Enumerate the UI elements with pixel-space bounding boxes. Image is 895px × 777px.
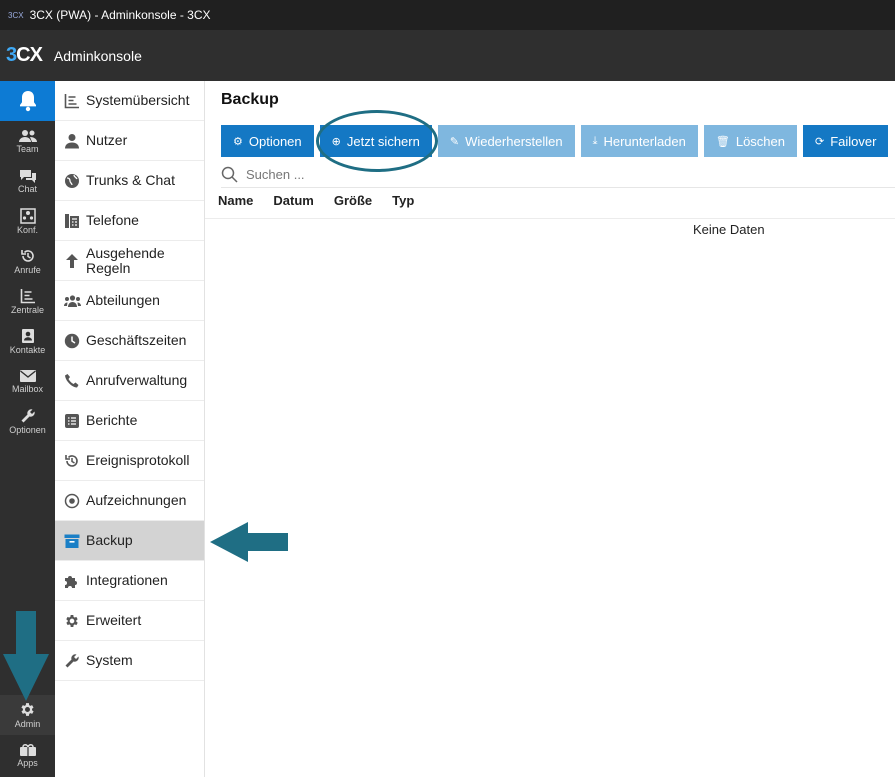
- bell-icon: [19, 91, 36, 112]
- window-titlebar: 3CX 3CX (PWA) - Adminkonsole - 3CX: [0, 0, 895, 30]
- nav-item-integrations[interactable]: Integrationen: [55, 561, 204, 601]
- app-header: 3CX Adminkonsole: [0, 30, 895, 81]
- column-size[interactable]: Größe: [334, 193, 372, 208]
- conference-icon: [19, 207, 36, 224]
- team-icon: [18, 129, 37, 142]
- search-icon: [221, 166, 238, 183]
- desk-phone-icon: [63, 212, 81, 230]
- gear-icon: [21, 703, 34, 716]
- rail-item-options[interactable]: Optionen: [0, 401, 55, 441]
- app-icon: 3CX: [8, 10, 24, 20]
- options-button[interactable]: ⚙ Optionen: [221, 125, 314, 157]
- globe-icon: [63, 172, 81, 190]
- wrench-icon: [21, 408, 35, 422]
- phone-icon: [63, 372, 81, 390]
- wrench-icon: [63, 652, 81, 670]
- nav-item-phones[interactable]: Telefone: [55, 201, 204, 241]
- history-icon: [20, 249, 34, 262]
- download-icon: ⤓: [592, 134, 598, 147]
- restore-button[interactable]: ✎ Wiederherstellen: [437, 125, 575, 157]
- archive-icon: [63, 532, 81, 550]
- highlight-circle: [316, 110, 438, 172]
- nav-item-departments[interactable]: Abteilungen: [55, 281, 204, 321]
- arrow-up-icon: [63, 252, 81, 270]
- nav-item-trunks-chat[interactable]: Trunks & Chat: [55, 161, 204, 201]
- column-type[interactable]: Typ: [392, 193, 414, 208]
- notifications-button[interactable]: [0, 81, 55, 121]
- contacts-icon: [21, 328, 34, 343]
- puzzle-icon: [63, 572, 81, 590]
- arrow-left-annotation: [210, 522, 288, 562]
- rail-item-team[interactable]: Team: [0, 121, 55, 161]
- clock-icon: [63, 332, 81, 350]
- group-icon: [63, 292, 81, 310]
- page-title: Backup: [221, 91, 279, 108]
- record-icon: [63, 492, 81, 510]
- gear-icon: ⚙: [233, 135, 243, 148]
- mail-icon: [19, 369, 36, 382]
- pencil-icon: ✎: [449, 135, 460, 148]
- empty-state: Keine Daten: [693, 222, 765, 237]
- search-input[interactable]: Suchen ...: [246, 167, 305, 182]
- table-divider: [205, 218, 895, 219]
- nav-item-system[interactable]: System: [55, 641, 204, 681]
- nav-item-advanced[interactable]: Erweitert: [55, 601, 204, 641]
- admin-nav: Systemübersicht Nutzer Trunks & Chat Tel…: [55, 81, 205, 777]
- nav-item-reports[interactable]: Berichte: [55, 401, 204, 441]
- history-icon: [63, 452, 81, 470]
- list-icon: [63, 412, 81, 430]
- nav-item-event-log[interactable]: Ereignisprotokoll: [55, 441, 204, 481]
- rail-item-chat[interactable]: Chat: [0, 161, 55, 201]
- rail-item-conference[interactable]: Konf.: [0, 201, 55, 241]
- nav-item-users[interactable]: Nutzer: [55, 121, 204, 161]
- trash-icon: 🗑: [715, 135, 730, 148]
- search-bar[interactable]: Suchen ...: [221, 162, 895, 188]
- rail-item-apps[interactable]: Apps: [0, 735, 55, 775]
- nav-item-outbound-rules[interactable]: Ausgehende Regeln: [55, 241, 204, 281]
- user-icon: [63, 132, 81, 150]
- app-title: Adminkonsole: [53, 47, 142, 64]
- rail-item-central[interactable]: Zentrale: [0, 281, 55, 321]
- column-name[interactable]: Name: [218, 193, 253, 208]
- arrow-down-annotation: [3, 611, 49, 701]
- delete-button[interactable]: 🗑 Löschen: [703, 125, 797, 157]
- chart-icon: [63, 92, 81, 110]
- nav-item-office-hours[interactable]: Geschäftszeiten: [55, 321, 204, 361]
- nav-item-call-handling[interactable]: Anrufverwaltung: [55, 361, 204, 401]
- chat-icon: [19, 169, 36, 183]
- sync-icon: ⟳: [815, 135, 825, 148]
- nav-item-recordings[interactable]: Aufzeichnungen: [55, 481, 204, 521]
- column-date[interactable]: Datum: [273, 193, 313, 208]
- rail-item-mailbox[interactable]: Mailbox: [0, 361, 55, 401]
- window-title: 3CX (PWA) - Adminkonsole - 3CX: [29, 8, 211, 22]
- main-content: Backup ⚙ Optionen ⊕ Jetzt sichern ✎ Wied…: [205, 81, 895, 777]
- download-button[interactable]: ⤓ Herunterladen: [580, 125, 698, 157]
- gear-icon: [63, 612, 81, 630]
- rail-item-contacts[interactable]: Kontakte: [0, 321, 55, 361]
- failover-button[interactable]: ⟳ Failover: [803, 125, 889, 157]
- nav-item-backup[interactable]: Backup: [55, 521, 204, 561]
- nav-item-system-overview[interactable]: Systemübersicht: [55, 81, 204, 121]
- table-header: Name Datum Größe Typ: [218, 193, 434, 208]
- logo: 3CX: [6, 44, 43, 66]
- rail-item-calls[interactable]: Anrufe: [0, 241, 55, 281]
- chart-icon: [20, 288, 35, 303]
- apps-icon: [19, 743, 36, 756]
